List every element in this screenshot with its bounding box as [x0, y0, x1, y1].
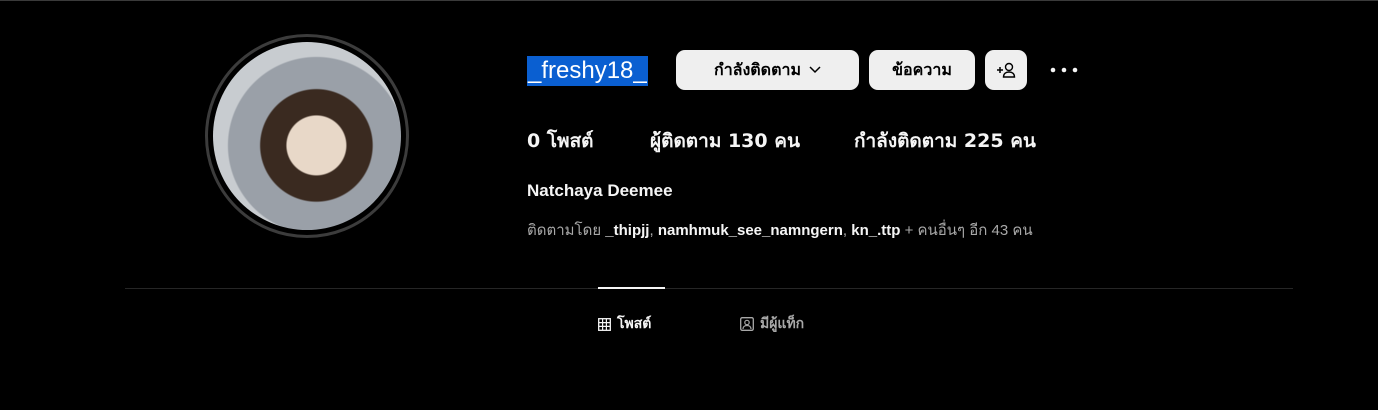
tab-tagged-label: มีผู้แท็ก: [760, 316, 805, 332]
message-button[interactable]: ข้อความ: [869, 50, 975, 90]
followers-link[interactable]: ผู้ติดตาม 130 คน: [650, 128, 800, 154]
tab-posts-label: โพสต์: [617, 316, 652, 332]
grid-icon: [598, 317, 611, 331]
full-name: Natchaya Deemee: [527, 181, 673, 200]
posts-count: 0 โพสต์: [527, 130, 594, 152]
message-button-label: ข้อความ: [892, 59, 952, 79]
mutual-user[interactable]: _thipjj: [605, 222, 649, 239]
chevron-down-icon: [809, 66, 821, 74]
profile-avatar[interactable]: [205, 34, 409, 238]
more-options-button[interactable]: [1046, 61, 1082, 79]
tab-posts[interactable]: โพสต์: [598, 313, 651, 335]
followed-by[interactable]: ติดตามโดย _thipjj, namhmuk_see_namngern,…: [527, 218, 1033, 242]
following-button-label: กำลังติดตาม: [714, 59, 801, 79]
add-user-icon: [997, 62, 1016, 78]
followed-by-suffix: + คนอื่นๆ อีก 43 คน: [904, 222, 1033, 239]
suggest-user-button[interactable]: [985, 50, 1027, 90]
username: _freshy18_: [527, 56, 648, 86]
tabs-divider: [125, 288, 1293, 289]
tagged-user-icon: [740, 317, 754, 331]
active-tab-indicator: [598, 287, 665, 289]
following-button[interactable]: กำลังติดตาม: [676, 50, 859, 90]
following-link[interactable]: กำลังติดตาม 225 คน: [854, 128, 1036, 154]
tab-tagged[interactable]: มีผู้แท็ก: [740, 313, 804, 335]
mutual-user[interactable]: namhmuk_see_namngern: [658, 222, 843, 239]
mutual-user[interactable]: kn_.ttp: [851, 222, 900, 239]
more-icon: [1050, 67, 1078, 73]
followed-by-prefix: ติดตามโดย: [527, 222, 602, 239]
avatar-photo: [213, 42, 401, 230]
